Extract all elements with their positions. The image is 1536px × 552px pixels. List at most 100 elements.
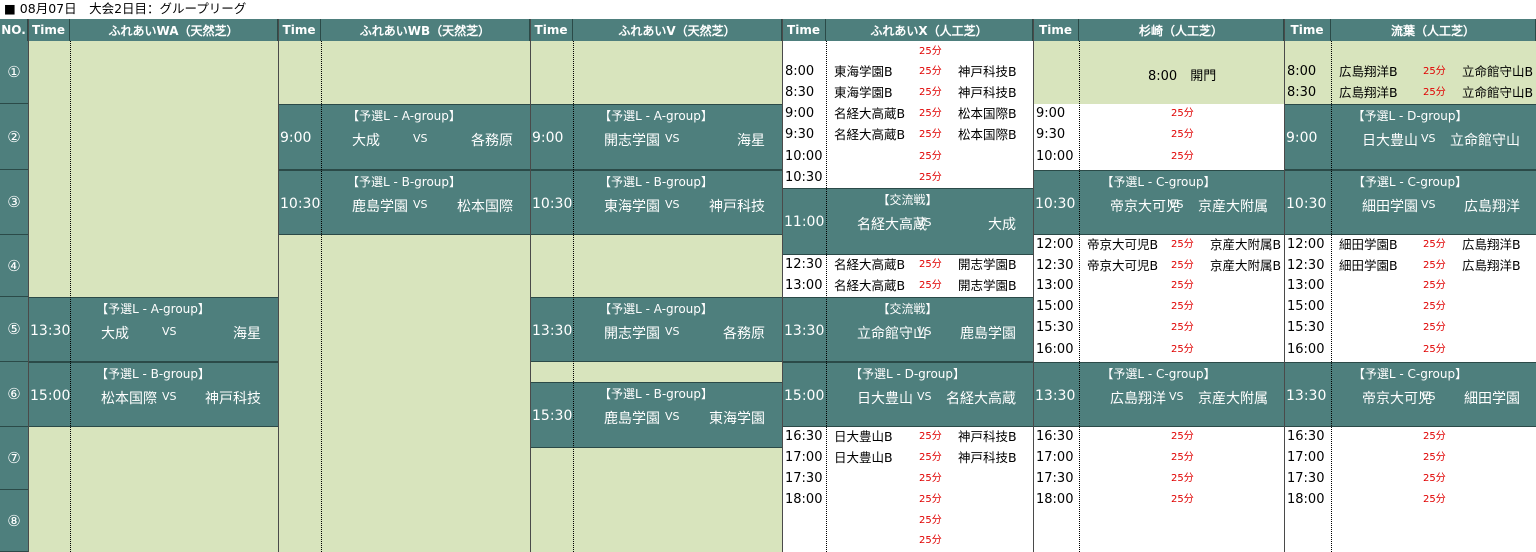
slot-duration: 25分: [919, 535, 942, 546]
match-home-team: 大成: [101, 326, 129, 342]
match-block[interactable]: 【予選L - C-group】 13:30 帝京大可児 VS 細田学園: [1284, 362, 1536, 427]
match-time: 10:30: [1035, 196, 1076, 212]
match-vs: VS: [665, 325, 680, 338]
match-block[interactable]: 【予選L - A-group】 13:30 開志学園 VS 各務原: [530, 297, 782, 362]
match-block[interactable]: 【予選L - D-group】 15:00 日大豊山 VS 名経大高蔵: [782, 362, 1033, 427]
match-time: 10:30: [1286, 196, 1327, 212]
slot-away-team: 開志学園B: [958, 257, 1017, 272]
slot-duration: 25分: [1171, 280, 1194, 291]
row-number: ⑦: [0, 427, 28, 490]
match-block[interactable]: 【予選L - A-group】 13:30 大成 VS 海星: [28, 297, 278, 362]
column-divider: [28, 19, 29, 552]
slot-time: 9:00: [785, 106, 815, 121]
match-time: 15:30: [532, 408, 573, 424]
slot-time: 15:30: [1036, 320, 1074, 335]
row-number: ①: [0, 41, 28, 104]
time-divider: [70, 41, 71, 552]
slot-home-team: 名経大高蔵B: [834, 106, 906, 121]
match-block[interactable]: 【予選L - B-group】 15:30 鹿島学園 VS 東海学園: [530, 382, 782, 448]
row-number: ④: [0, 235, 28, 297]
slot-duration: 25分: [1171, 129, 1194, 140]
slot-time: 13:00: [1287, 278, 1325, 293]
header-field-0: ふれあいWA（天然芝）: [70, 19, 278, 41]
match-block[interactable]: 【交流戦】 11:00 名経大高蔵 VS 大成: [782, 188, 1033, 255]
header-field-1: ふれあいWB（天然芝）: [321, 19, 530, 41]
slot-time: 16:30: [1036, 429, 1074, 444]
match-home-team: 大成: [352, 133, 380, 149]
match-group: 【予選L - B-group】: [598, 175, 714, 189]
match-group: 【交流戦】: [877, 302, 938, 316]
match-vs: VS: [1169, 390, 1184, 403]
match-vs: VS: [917, 216, 932, 229]
slot-time: 17:30: [1287, 471, 1325, 486]
match-block[interactable]: 【予選L - B-group】 10:30 東海学園 VS 神戸科技: [530, 170, 782, 235]
schedule-grid: NO. Time ふれあいWA（天然芝） Time ふれあいWB（天然芝） Time ふれあ…: [0, 0, 1536, 552]
slot-away-team: 神戸科技B: [958, 64, 1017, 79]
match-home-team: 開志学園: [604, 326, 660, 342]
match-away-team: 神戸科技: [205, 391, 261, 407]
match-away-team: 京産大附属: [1198, 391, 1268, 407]
header-time: Time: [530, 19, 573, 41]
slot-time: 15:00: [1036, 299, 1074, 314]
match-block[interactable]: 【予選L - D-group】 9:00 日大豊山 VS 立命館守山: [1284, 104, 1536, 170]
slot-away-team: 神戸科技B: [958, 429, 1017, 444]
header-field-2: ふれあいV（天然芝）: [573, 19, 782, 41]
slot-away-team: 立命館守山B: [1462, 64, 1534, 79]
slot-home-team: 広島翔洋B: [1339, 85, 1398, 100]
slot-duration: 25分: [919, 280, 942, 291]
slot-time: 12:00: [1287, 237, 1325, 252]
slot-duration: 25分: [1423, 280, 1446, 291]
match-block[interactable]: 【予選L - B-group】 15:00 松本国際 VS 神戸科技: [28, 362, 278, 427]
slot-away-team: 京産大附属B: [1210, 258, 1282, 273]
header-time: Time: [278, 19, 321, 41]
column-divider: [1284, 19, 1285, 552]
match-block[interactable]: 【交流戦】 13:30 立命館守山 VS 鹿島学園: [782, 297, 1033, 362]
match-home-team: 広島翔洋: [1110, 391, 1166, 407]
column-divider: [530, 19, 531, 552]
match-time: 13:30: [532, 323, 573, 339]
time-divider: [1079, 41, 1080, 552]
match-block[interactable]: 【予選L - A-group】 9:00 大成 VS 各務原: [278, 104, 530, 170]
slot-duration: 25分: [919, 515, 942, 526]
match-time: 15:00: [784, 388, 825, 404]
slot-duration: 25分: [1423, 431, 1446, 442]
slot-home-team: 名経大高蔵B: [834, 278, 906, 293]
slot-home-team: 細田学園B: [1339, 258, 1398, 273]
slot-duration: 25分: [919, 494, 942, 505]
slot-duration: 25分: [1171, 239, 1194, 250]
slot-time: 12:30: [785, 257, 823, 272]
match-time: 13:30: [1286, 388, 1327, 404]
slot-duration: 25分: [919, 66, 942, 77]
match-vs: VS: [1169, 198, 1184, 211]
slot-duration: 25分: [919, 172, 942, 183]
match-block[interactable]: 【予選L - C-group】 10:30 細田学園 VS 広島翔洋: [1284, 170, 1536, 235]
slot-time: 17:30: [785, 471, 823, 486]
match-away-team: 海星: [737, 133, 765, 149]
match-away-team: 細田学園: [1464, 391, 1520, 407]
match-block[interactable]: 【予選L - C-group】 10:30 帝京大可児 VS 京産大附属: [1033, 170, 1284, 235]
header-field-3: ふれあいX（人工芝）: [826, 19, 1033, 41]
match-away-team: 東海学園: [709, 411, 765, 427]
slot-duration: 25分: [1171, 344, 1194, 355]
match-time: 13:30: [1035, 388, 1076, 404]
match-block[interactable]: 【予選L - B-group】 10:30 鹿島学園 VS 松本国際: [278, 170, 530, 235]
match-away-team: 各務原: [471, 133, 513, 149]
slot-duration: 25分: [919, 87, 942, 98]
slot-away-team: 松本国際B: [958, 127, 1017, 142]
row-number: ⑥: [0, 362, 28, 427]
slot-home-team: 日大豊山B: [834, 450, 893, 465]
match-time: 9:00: [280, 130, 312, 146]
slot-duration: 25分: [1423, 66, 1446, 77]
slot-home-team: 日大豊山B: [834, 429, 893, 444]
slot-away-team: 広島翔洋B: [1462, 237, 1521, 252]
slot-home-team: 名経大高蔵B: [834, 257, 906, 272]
match-block[interactable]: 【予選L - A-group】 9:00 開志学園 VS 海星: [530, 104, 782, 170]
match-time: 13:30: [30, 323, 71, 339]
header-time: Time: [1033, 19, 1079, 41]
slot-home-team: 細田学園B: [1339, 237, 1398, 252]
match-vs: VS: [413, 198, 428, 211]
slot-time: 12:30: [1036, 258, 1074, 273]
slot-time: 8:00: [1287, 64, 1317, 79]
match-block[interactable]: 【予選L - C-group】 13:30 広島翔洋 VS 京産大附属: [1033, 362, 1284, 427]
slot-time: 12:00: [1036, 237, 1074, 252]
